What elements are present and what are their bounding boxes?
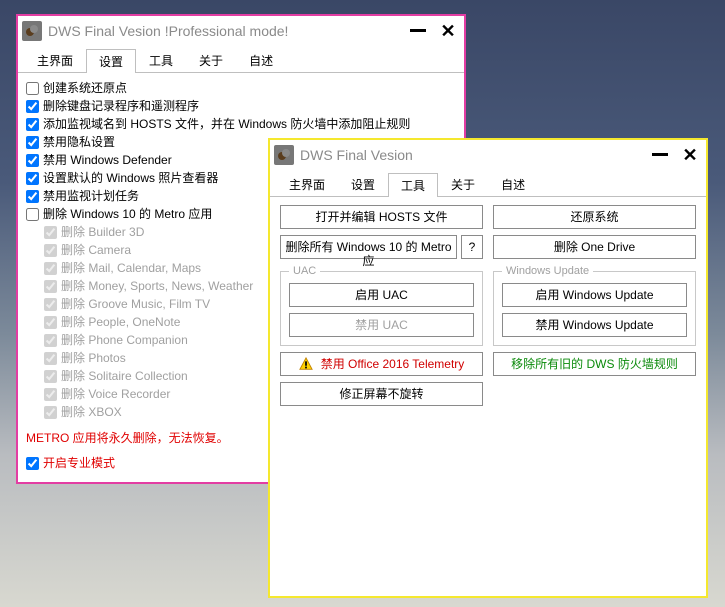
check-input-2[interactable] [26, 118, 39, 131]
check-input-16 [44, 370, 57, 383]
check-1[interactable]: 删除键盘记录程序和遥测程序 [26, 97, 456, 115]
check-label-11: 删除 Money, Sports, News, Weather [61, 277, 253, 295]
minimize-button[interactable] [406, 20, 430, 42]
check-input-5[interactable] [26, 172, 39, 185]
minimize-button[interactable] [648, 144, 672, 166]
tabs: 主界面设置工具关于自述 [18, 48, 464, 73]
tab-3[interactable]: 关于 [186, 48, 236, 72]
check-label-4: 禁用 Windows Defender [43, 151, 172, 169]
delete-onedrive-button[interactable]: 删除 One Drive [493, 235, 696, 259]
check-input-13 [44, 316, 57, 329]
check-label-8: 删除 Builder 3D [61, 223, 144, 241]
check-input-14 [44, 334, 57, 347]
check-input-3[interactable] [26, 136, 39, 149]
enable-uac-button[interactable]: 启用 UAC [289, 283, 474, 307]
check-label-18: 删除 XBOX [61, 403, 122, 421]
enable-wu-button[interactable]: 启用 Windows Update [502, 283, 687, 307]
wu-legend: Windows Update [502, 265, 593, 277]
disable-wu-button[interactable]: 禁用 Windows Update [502, 313, 687, 337]
check-0[interactable]: 创建系统还原点 [26, 79, 456, 97]
check-input-1[interactable] [26, 100, 39, 113]
restore-system-button[interactable]: 还原系统 [493, 205, 696, 229]
check-input-17 [44, 388, 57, 401]
check-input-11 [44, 280, 57, 293]
check-label-14: 删除 Phone Companion [61, 331, 188, 349]
check-input-6[interactable] [26, 190, 39, 203]
app-logo-icon [274, 145, 294, 165]
tools-panel: 打开并编辑 HOSTS 文件 删除所有 Windows 10 的 Metro 应… [270, 197, 706, 420]
delete-all-metro-button[interactable]: 删除所有 Windows 10 的 Metro 应 [280, 235, 457, 259]
check-label-0: 创建系统还原点 [43, 79, 127, 97]
check-2[interactable]: 添加监视域名到 HOSTS 文件，并在 Windows 防火墙中添加阻止规则 [26, 115, 456, 133]
titlebar: DWS Final Vesion !Professional mode! ✕ [18, 16, 464, 46]
tab-0[interactable]: 主界面 [24, 48, 86, 72]
metro-help-button[interactable]: ? [461, 235, 483, 259]
fix-rotate-button[interactable]: 修正屏幕不旋转 [280, 382, 483, 406]
close-button[interactable]: ✕ [678, 144, 702, 166]
tab-4[interactable]: 自述 [236, 48, 286, 72]
check-label-10: 删除 Mail, Calendar, Maps [61, 259, 201, 277]
close-button[interactable]: ✕ [436, 20, 460, 42]
app-logo-icon [22, 21, 42, 41]
check-label-9: 删除 Camera [61, 241, 131, 259]
tabs: 主界面设置工具关于自述 [270, 172, 706, 197]
window-tools: DWS Final Vesion ✕ 主界面设置工具关于自述 打开并编辑 HOS… [268, 138, 708, 598]
check-label-3: 禁用隐私设置 [43, 133, 115, 151]
check-label-5: 设置默认的 Windows 照片查看器 [43, 169, 218, 187]
tab-1[interactable]: 设置 [86, 49, 136, 73]
check-label-1: 删除键盘记录程序和遥测程序 [43, 97, 199, 115]
uac-group: UAC 启用 UAC 禁用 UAC [280, 265, 483, 346]
check-label-15: 删除 Photos [61, 349, 126, 367]
open-hosts-button[interactable]: 打开并编辑 HOSTS 文件 [280, 205, 483, 229]
check-input-18 [44, 406, 57, 419]
titlebar: DWS Final Vesion ✕ [270, 140, 706, 170]
check-input-4[interactable] [26, 154, 39, 167]
tab-4[interactable]: 自述 [488, 172, 538, 196]
remove-firewall-rules-button[interactable]: 移除所有旧的 DWS 防火墙规则 [493, 352, 696, 376]
windows-update-group: Windows Update 启用 Windows Update 禁用 Wind… [493, 265, 696, 346]
check-label-13: 删除 People, OneNote [61, 313, 180, 331]
check-label-2: 添加监视域名到 HOSTS 文件，并在 Windows 防火墙中添加阻止规则 [43, 115, 410, 133]
check-input-7[interactable] [26, 208, 39, 221]
check-input-9 [44, 244, 57, 257]
check-input-15 [44, 352, 57, 365]
check-label-16: 删除 Solitaire Collection [61, 367, 188, 385]
pro-mode-label: 开启专业模式 [43, 454, 115, 472]
tab-1[interactable]: 设置 [338, 172, 388, 196]
check-label-7: 删除 Windows 10 的 Metro 应用 [43, 205, 212, 223]
warning-icon [299, 357, 313, 371]
check-input-12 [44, 298, 57, 311]
tab-3[interactable]: 关于 [438, 172, 488, 196]
disable-uac-button[interactable]: 禁用 UAC [289, 313, 474, 337]
window-title: DWS Final Vesion [300, 147, 642, 163]
pro-mode-input[interactable] [26, 457, 39, 470]
window-title: DWS Final Vesion !Professional mode! [48, 23, 400, 39]
tab-2[interactable]: 工具 [388, 173, 438, 197]
check-input-8 [44, 226, 57, 239]
check-label-12: 删除 Groove Music, Film TV [61, 295, 210, 313]
disable-office-telemetry-button[interactable]: 禁用 Office 2016 Telemetry [280, 352, 483, 376]
disable-office-label: 禁用 Office 2016 Telemetry [321, 357, 465, 371]
check-label-17: 删除 Voice Recorder [61, 385, 170, 403]
check-input-10 [44, 262, 57, 275]
check-label-6: 禁用监视计划任务 [43, 187, 139, 205]
uac-legend: UAC [289, 265, 320, 277]
tab-2[interactable]: 工具 [136, 48, 186, 72]
check-input-0[interactable] [26, 82, 39, 95]
tab-0[interactable]: 主界面 [276, 172, 338, 196]
